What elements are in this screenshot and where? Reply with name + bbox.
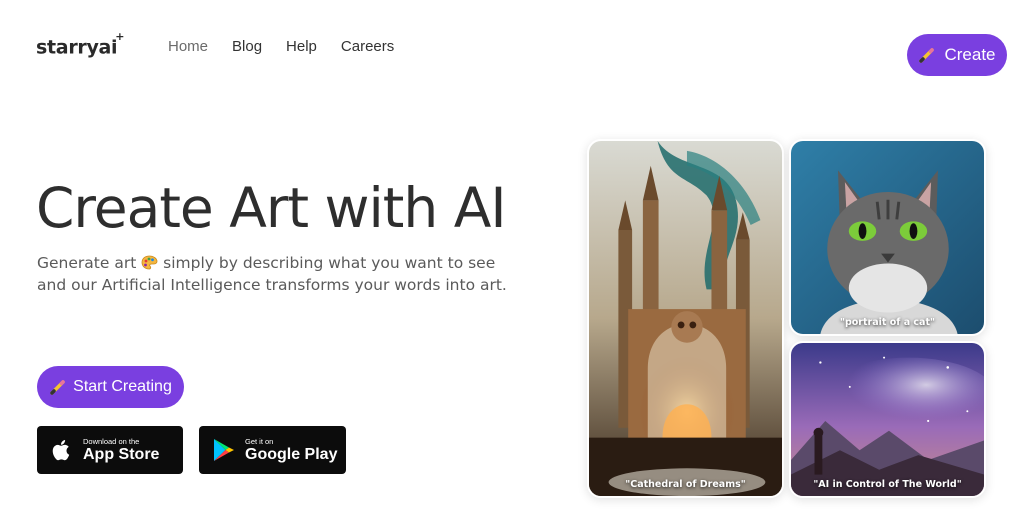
nav-help[interactable]: Help	[286, 38, 317, 55]
google-play-big-text: Google Play	[245, 445, 338, 463]
pencil-icon	[50, 380, 65, 395]
logo[interactable]: starryai+	[36, 30, 126, 59]
galaxy-image	[791, 343, 984, 496]
apple-icon	[52, 440, 70, 461]
nav-careers[interactable]: Careers	[341, 38, 394, 55]
caption-world: "AI in Control of The World"	[813, 479, 962, 490]
main-nav: Home Blog Help Careers	[168, 38, 418, 55]
google-play-icon	[214, 439, 234, 461]
google-play-button[interactable]: Get it on Google Play	[199, 426, 346, 474]
cathedral-image	[589, 141, 782, 496]
nav-blog[interactable]: Blog	[232, 38, 262, 55]
logo-star-icon: +	[115, 30, 125, 43]
app-store-button[interactable]: Download on the App Store	[37, 426, 183, 474]
app-store-big-text: App Store	[83, 445, 160, 463]
app-store-small-text: Download on the	[83, 436, 140, 446]
nav-home[interactable]: Home	[168, 38, 208, 55]
pencil-icon	[919, 48, 935, 63]
start-creating-button[interactable]: Start Creating	[37, 366, 184, 408]
gallery-card-world[interactable]: "AI in Control of The World"	[789, 341, 986, 498]
hero-subtitle-part1: Generate art	[37, 254, 137, 272]
create-button-label: Create	[944, 45, 996, 64]
hero-title: Create Art with AI	[36, 176, 507, 240]
logo-text: starryai	[36, 36, 118, 59]
caption-cat: "portrait of a cat"	[840, 317, 935, 328]
start-creating-label: Start Creating	[73, 378, 172, 395]
create-button[interactable]: Create	[907, 34, 1007, 76]
gallery-card-cathedral[interactable]: "Cathedral of Dreams"	[587, 139, 784, 498]
palette-icon	[141, 255, 158, 270]
hero-subtitle: Generate art simply by describing what y…	[37, 252, 507, 296]
caption-cathedral: "Cathedral of Dreams"	[625, 479, 746, 490]
google-play-small-text: Get it on	[245, 436, 274, 446]
cat-image	[791, 141, 984, 334]
gallery-card-cat[interactable]: "portrait of a cat"	[789, 139, 986, 336]
